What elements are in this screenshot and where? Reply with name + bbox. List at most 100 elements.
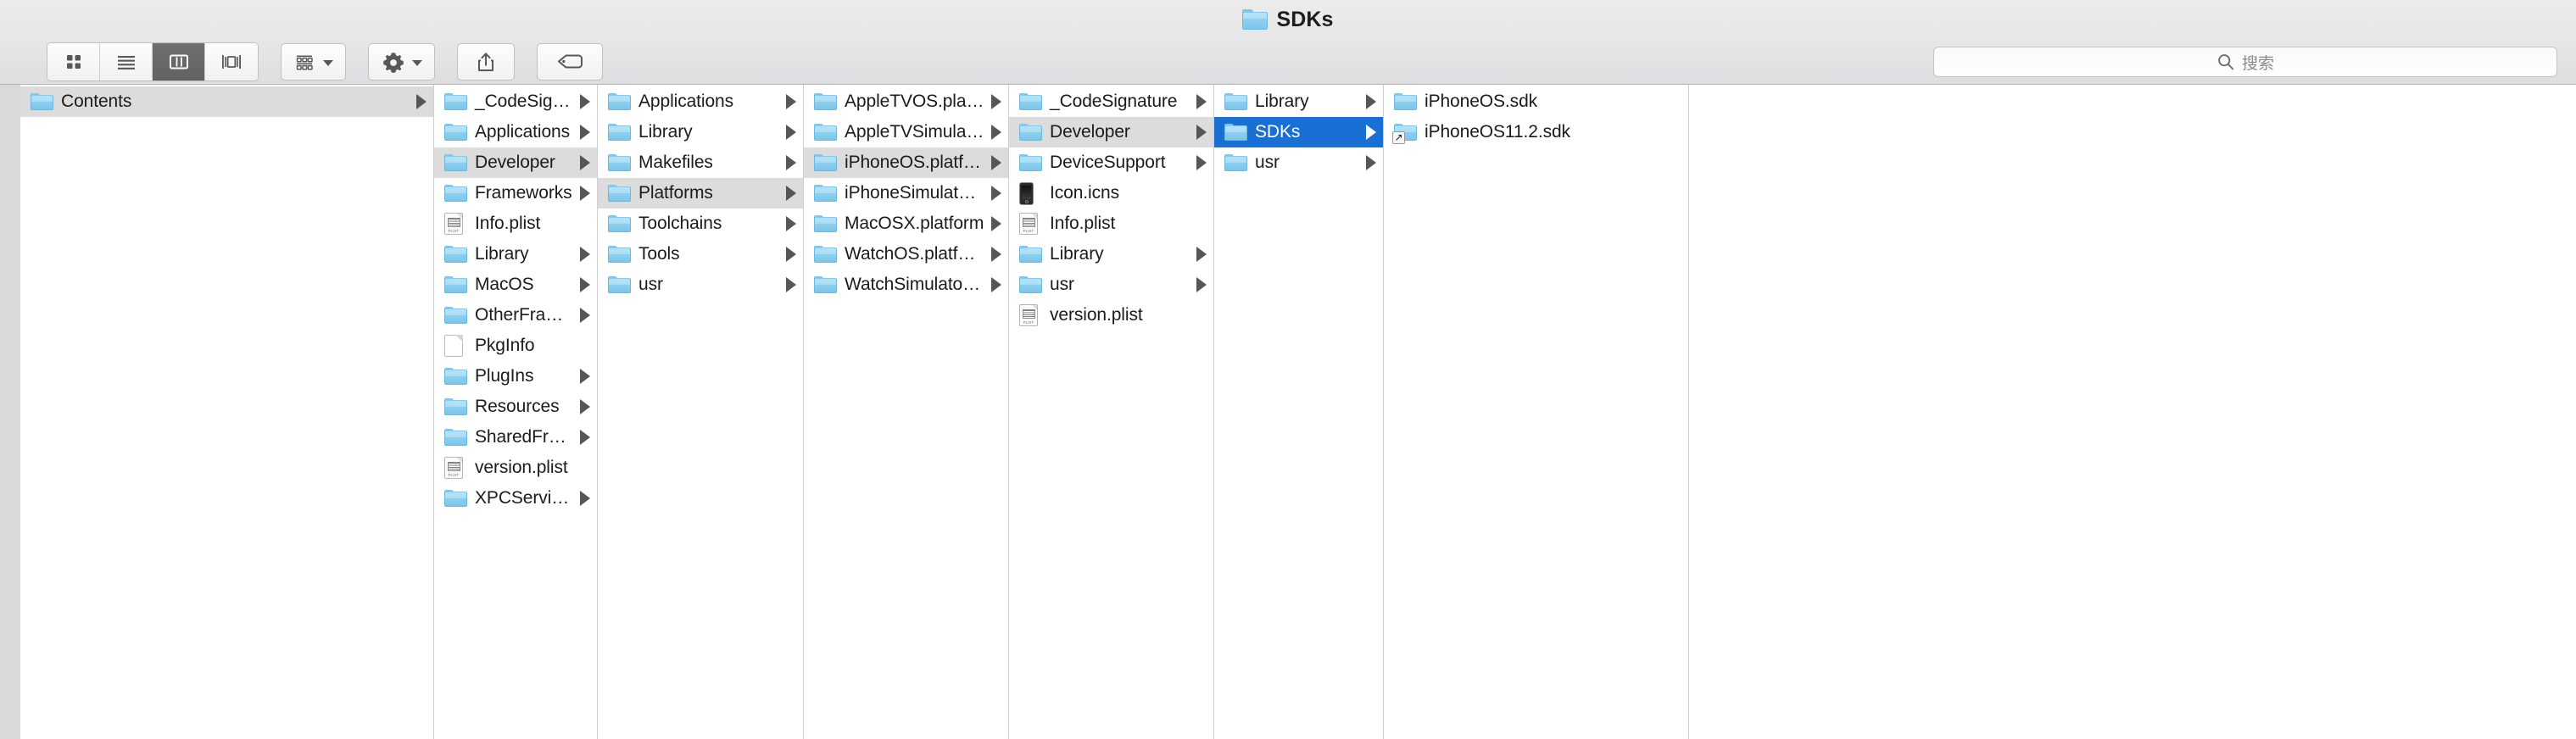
list-item[interactable]: MacOS xyxy=(434,269,597,300)
list-view-button[interactable] xyxy=(100,43,153,81)
disclosure-arrow-icon[interactable] xyxy=(786,155,796,170)
list-item[interactable]: usr xyxy=(1214,147,1383,178)
window-title: SDKs xyxy=(1242,8,1333,32)
column-view-button[interactable] xyxy=(153,43,205,81)
list-item[interactable]: PLIST version.plist xyxy=(1009,300,1213,331)
list-item[interactable]: PkgInfo xyxy=(434,331,597,361)
list-item[interactable]: Resources xyxy=(434,392,597,422)
disclosure-arrow-icon[interactable] xyxy=(1366,125,1376,140)
list-item[interactable]: AppleTVSimulator.platform xyxy=(804,117,1008,147)
list-item[interactable]: DeviceSupport xyxy=(1009,147,1213,178)
column-3: Applications Library Makefiles Platforms Too… xyxy=(598,85,804,739)
list-item[interactable]: PlugIns xyxy=(434,361,597,392)
disclosure-arrow-icon[interactable] xyxy=(991,216,1001,231)
disclosure-arrow-icon[interactable] xyxy=(580,491,590,506)
action-button[interactable] xyxy=(368,43,435,81)
list-item[interactable]: Developer xyxy=(1009,117,1213,147)
disclosure-arrow-icon[interactable] xyxy=(786,277,796,292)
list-item[interactable]: iPhoneOS.platform xyxy=(804,147,1008,178)
disclosure-arrow-icon[interactable] xyxy=(786,186,796,201)
arrange-button[interactable] xyxy=(281,43,346,81)
list-item[interactable]: usr xyxy=(598,269,803,300)
list-item[interactable]: PLIST Info.plist xyxy=(1009,208,1213,239)
list-item[interactable]: OtherFrameworks xyxy=(434,300,597,331)
item-icon xyxy=(608,275,637,294)
finder-window: SDKs 搜索 Contents _CodeSigna Applications… xyxy=(0,0,2576,739)
list-item[interactable]: iPhoneSimulator.platform xyxy=(804,178,1008,208)
list-item[interactable]: Library xyxy=(1214,86,1383,117)
list-item[interactable]: Platforms xyxy=(598,178,803,208)
list-item[interactable]: Developer xyxy=(434,147,597,178)
search-field[interactable]: 搜索 xyxy=(1933,47,2557,77)
list-item[interactable]: Library xyxy=(1009,239,1213,269)
disclosure-arrow-icon[interactable] xyxy=(580,369,590,384)
list-item[interactable]: _CodeSignature xyxy=(434,86,597,117)
disclosure-arrow-icon[interactable] xyxy=(786,125,796,140)
list-item[interactable]: Library xyxy=(598,117,803,147)
folder-icon xyxy=(814,184,837,203)
gallery-view-button[interactable] xyxy=(205,43,258,81)
icon-view-button[interactable] xyxy=(47,43,100,81)
disclosure-arrow-icon[interactable] xyxy=(991,277,1001,292)
folder-icon xyxy=(608,153,631,172)
disclosure-arrow-icon[interactable] xyxy=(991,125,1001,140)
list-item[interactable]: PLIST Info.plist xyxy=(434,208,597,239)
disclosure-arrow-icon[interactable] xyxy=(1196,155,1207,170)
list-item[interactable]: iPhoneOS.sdk xyxy=(1384,86,1688,117)
list-item[interactable]: SDKs xyxy=(1214,117,1383,147)
disclosure-arrow-icon[interactable] xyxy=(991,247,1001,262)
disclosure-arrow-icon[interactable] xyxy=(580,247,590,262)
page-title: SDKs xyxy=(1276,7,1334,31)
list-item[interactable]: PLIST version.plist xyxy=(434,453,597,483)
list-item[interactable]: Tools xyxy=(598,239,803,269)
disclosure-arrow-icon[interactable] xyxy=(1366,155,1376,170)
list-item[interactable]: SharedFrameworks xyxy=(434,422,597,453)
list-item[interactable]: Icon.icns xyxy=(1009,178,1213,208)
disclosure-arrow-icon[interactable] xyxy=(580,277,590,292)
list-item[interactable]: XPCServices xyxy=(434,483,597,514)
list-item[interactable]: MacOSX.platform xyxy=(804,208,1008,239)
share-button[interactable] xyxy=(457,43,515,81)
disclosure-arrow-icon[interactable] xyxy=(580,125,590,140)
disclosure-arrow-icon[interactable] xyxy=(580,155,590,170)
item-icon xyxy=(444,184,473,203)
disclosure-arrow-icon[interactable] xyxy=(991,94,1001,109)
disclosure-arrow-icon[interactable] xyxy=(580,399,590,414)
tag-button[interactable] xyxy=(537,43,603,81)
list-item[interactable]: _CodeSignature xyxy=(1009,86,1213,117)
list-item-label: Library xyxy=(1050,244,1104,264)
item-icon xyxy=(444,245,473,264)
list-item-label: MacOSX.platform xyxy=(845,214,984,233)
disclosure-arrow-icon[interactable] xyxy=(786,216,796,231)
disclosure-arrow-icon[interactable] xyxy=(1196,247,1207,262)
list-item[interactable]: Applications xyxy=(434,117,597,147)
disclosure-arrow-icon[interactable] xyxy=(1196,125,1207,140)
disclosure-arrow-icon[interactable] xyxy=(580,186,590,201)
list-item[interactable]: Contents xyxy=(20,86,433,117)
list-item[interactable]: Frameworks xyxy=(434,178,597,208)
disclosure-arrow-icon[interactable] xyxy=(580,308,590,323)
disclosure-arrow-icon[interactable] xyxy=(1366,94,1376,109)
list-item[interactable]: WatchSimulator.platform xyxy=(804,269,1008,300)
disclosure-arrow-icon[interactable] xyxy=(416,94,427,109)
disclosure-arrow-icon[interactable] xyxy=(991,155,1001,170)
disclosure-arrow-icon[interactable] xyxy=(786,247,796,262)
list-item[interactable]: AppleTVOS.platform xyxy=(804,86,1008,117)
view-segmented-control[interactable] xyxy=(47,42,259,81)
list-item[interactable]: WatchOS.platform xyxy=(804,239,1008,269)
disclosure-arrow-icon[interactable] xyxy=(580,430,590,445)
disclosure-arrow-icon[interactable] xyxy=(1196,94,1207,109)
list-item[interactable]: Toolchains xyxy=(598,208,803,239)
disclosure-arrow-icon[interactable] xyxy=(786,94,796,109)
list-item[interactable]: usr xyxy=(1009,269,1213,300)
item-icon xyxy=(814,153,843,172)
disclosure-arrow-icon[interactable] xyxy=(580,94,590,109)
disclosure-arrow-icon[interactable] xyxy=(1196,277,1207,292)
folder-icon xyxy=(31,92,53,111)
column-6: Library SDKs usr xyxy=(1214,85,1384,739)
list-item[interactable]: Makefiles xyxy=(598,147,803,178)
list-item[interactable]: Library xyxy=(434,239,597,269)
disclosure-arrow-icon[interactable] xyxy=(991,186,1001,201)
list-item[interactable]: ↗ iPhoneOS11.2.sdk xyxy=(1384,117,1688,147)
list-item[interactable]: Applications xyxy=(598,86,803,117)
